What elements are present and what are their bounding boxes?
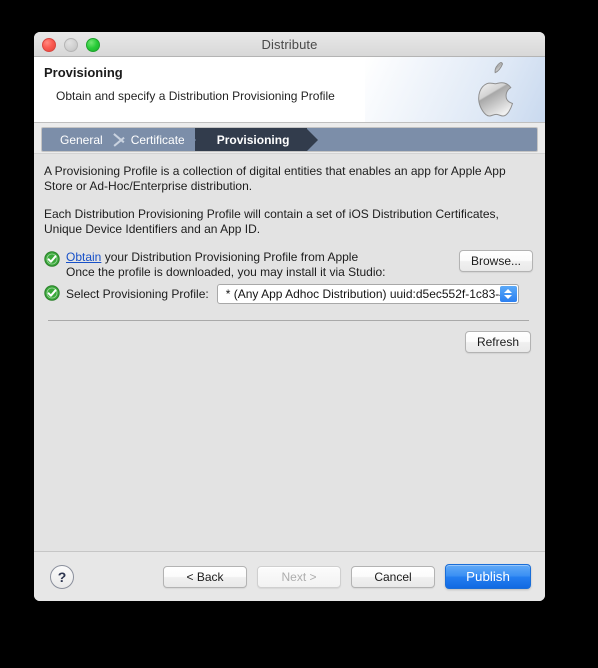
breadcrumb-step-label: Certificates bbox=[130, 132, 191, 147]
obtain-text-rest: your Distribution Provisioning Profile f… bbox=[101, 250, 359, 264]
green-check-icon bbox=[44, 285, 60, 301]
breadcrumb-step-general[interactable]: General bbox=[42, 128, 115, 151]
refresh-button[interactable]: Refresh bbox=[464, 331, 531, 353]
main-content: A Provisioning Profile is a collection o… bbox=[34, 153, 545, 551]
select-profile-label: Select Provisioning Profile: bbox=[66, 287, 209, 301]
obtain-text-line2: Once the profile is downloaded, you may … bbox=[66, 265, 386, 279]
breadcrumb-strip: General Certificates Provisioning bbox=[34, 123, 545, 153]
publish-button[interactable]: Publish bbox=[445, 564, 531, 589]
page-title: Provisioning bbox=[44, 65, 123, 80]
description-paragraph-1: A Provisioning Profile is a collection o… bbox=[44, 164, 506, 193]
breadcrumb-step-label: General bbox=[60, 132, 103, 147]
zoom-button[interactable] bbox=[86, 38, 100, 52]
traffic-lights bbox=[42, 38, 100, 52]
green-check-icon bbox=[44, 251, 60, 267]
footer-button-group: < Back Next > Cancel Publish bbox=[163, 564, 531, 589]
description-paragraph-2: Each Distribution Provisioning Profile w… bbox=[44, 207, 499, 236]
distribute-window: Distribute Provisioning Obtain and speci… bbox=[34, 32, 545, 601]
provisioning-profile-selected-value: * (Any App Adhoc Distribution) uuid:d5ec… bbox=[225, 287, 506, 301]
obtain-link[interactable]: Obtain bbox=[66, 250, 101, 264]
chevron-separator-icon bbox=[114, 128, 126, 151]
breadcrumb-step-provisioning[interactable]: Provisioning bbox=[183, 128, 319, 151]
select-profile-control-group: Select Provisioning Profile: * (Any App … bbox=[66, 284, 519, 304]
page-header: Provisioning Obtain and specify a Distri… bbox=[34, 57, 545, 123]
next-button: Next > bbox=[257, 565, 341, 588]
close-button[interactable] bbox=[42, 38, 56, 52]
select-profile-row: Select Provisioning Profile: * (Any App … bbox=[44, 284, 533, 304]
browse-button[interactable]: Browse... bbox=[458, 250, 533, 272]
breadcrumb: General Certificates Provisioning bbox=[41, 127, 538, 152]
cancel-button[interactable]: Cancel bbox=[351, 565, 435, 588]
form-rows: Obtain your Distribution Provisioning Pr… bbox=[44, 250, 533, 304]
minimize-button[interactable] bbox=[64, 38, 78, 52]
breadcrumb-step-label: Provisioning bbox=[216, 132, 290, 147]
obtain-profile-row: Obtain your Distribution Provisioning Pr… bbox=[44, 250, 533, 280]
window-title: Distribute bbox=[261, 36, 318, 52]
back-button[interactable]: < Back bbox=[163, 565, 247, 588]
apple-logo-icon bbox=[478, 62, 514, 117]
dialog-footer: ? < Back Next > Cancel Publish bbox=[34, 551, 545, 601]
provisioning-profile-select[interactable]: * (Any App Adhoc Distribution) uuid:d5ec… bbox=[216, 284, 519, 304]
window-titlebar: Distribute bbox=[34, 32, 545, 57]
refresh-row: Refresh bbox=[44, 321, 533, 353]
help-button[interactable]: ? bbox=[50, 564, 74, 589]
chevron-down-icon bbox=[504, 295, 513, 299]
chevron-up-icon bbox=[504, 289, 513, 293]
chevron-updown-icon[interactable] bbox=[499, 286, 517, 302]
